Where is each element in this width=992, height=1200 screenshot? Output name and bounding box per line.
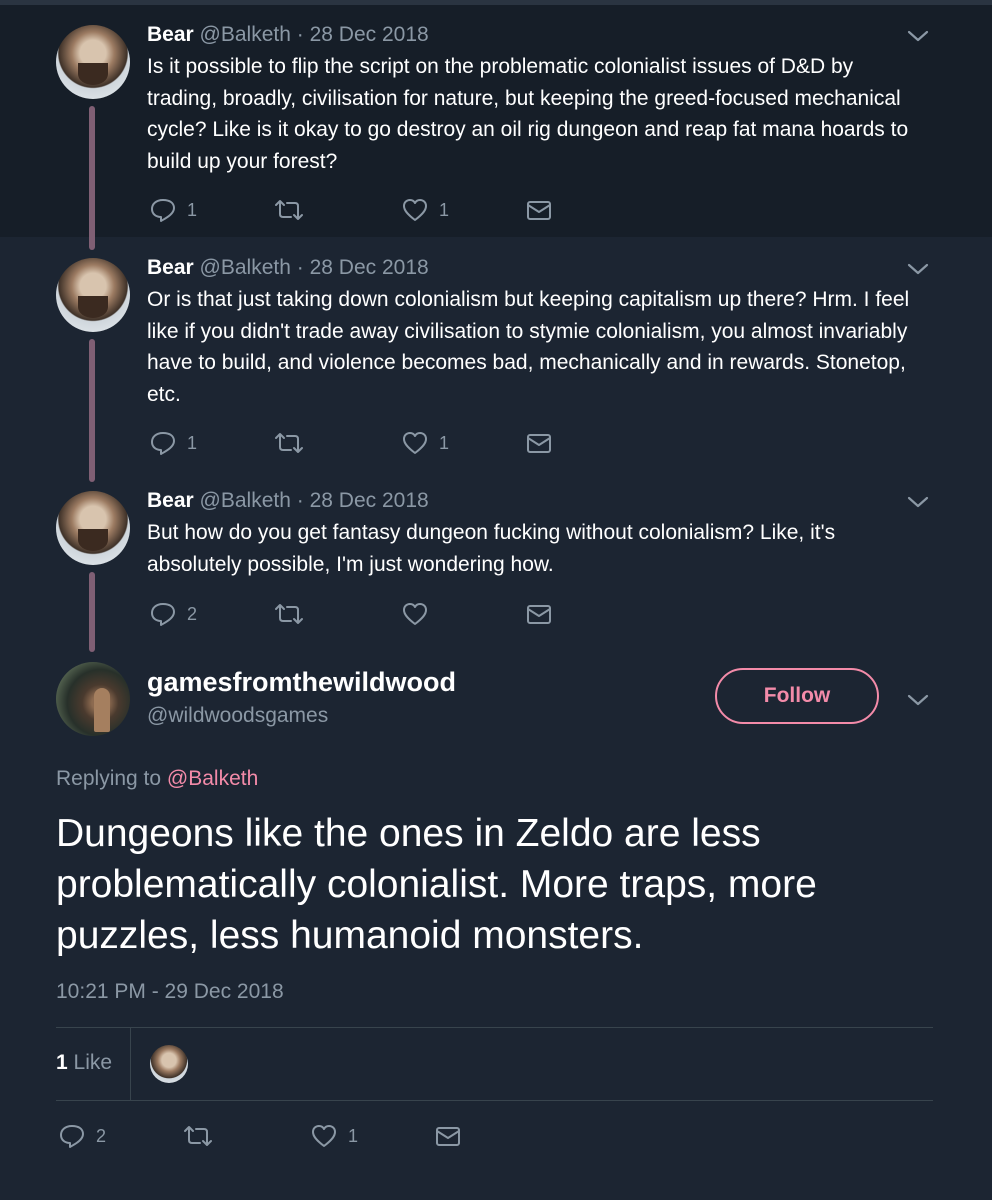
like-button[interactable] (401, 598, 439, 630)
reply-button[interactable]: 2 (58, 1120, 106, 1152)
reply-icon (151, 199, 175, 222)
heart-icon (403, 603, 427, 625)
reply-icon (151, 432, 175, 455)
message-icon (527, 605, 551, 624)
avatar[interactable] (56, 491, 130, 565)
tweet-text: Dungeons like the ones in Zeldo are less… (56, 812, 817, 957)
avatar[interactable] (56, 258, 130, 332)
tweet-text: Is it possible to flip the script on the… (147, 55, 909, 173)
reply-icon (151, 603, 175, 626)
tweet-actions: 1 1 (147, 194, 567, 226)
author-name[interactable]: gamesfromthewildwood (147, 665, 456, 699)
tweet-text: Or is that just taking down colonialism … (147, 288, 910, 406)
retweet-icon (275, 604, 303, 624)
thread-connector (89, 339, 95, 482)
tweet-actions: 1 1 (147, 427, 567, 459)
divider (56, 1100, 933, 1101)
retweet-button[interactable] (273, 194, 315, 226)
author-name[interactable]: Bear (147, 23, 194, 46)
like-button[interactable]: 1 (401, 427, 449, 459)
replying-to: Replying to @Balketh (56, 766, 258, 792)
tweet-date[interactable]: · 28 Dec 2018 (297, 489, 429, 512)
heart-icon (403, 199, 427, 221)
like-count: 1 (348, 1125, 359, 1146)
author-handle[interactable]: @Balketh (200, 489, 291, 512)
message-button[interactable] (525, 194, 553, 226)
chevron-down-icon[interactable] (905, 259, 931, 279)
follow-button[interactable]: Follow (715, 668, 879, 724)
author-handle[interactable]: @Balketh (200, 256, 291, 279)
retweet-icon (275, 200, 303, 220)
thread-connector (89, 106, 95, 250)
message-button[interactable] (525, 598, 553, 630)
divider (56, 1027, 933, 1028)
like-button[interactable]: 1 (310, 1120, 358, 1152)
tweet-header: Bear @Balketh · 28 Dec 2018 (147, 488, 429, 514)
reply-icon (60, 1125, 84, 1148)
like-button[interactable]: 1 (401, 194, 449, 226)
replying-to-link[interactable]: @Balketh (167, 767, 258, 790)
tweet-actions: 2 1 (56, 1120, 476, 1152)
tweet-header: Bear @Balketh · 28 Dec 2018 (147, 255, 429, 281)
likes-stat[interactable]: 1 Like (56, 1050, 112, 1076)
liker-avatar[interactable] (150, 1045, 188, 1083)
retweet-button[interactable] (273, 598, 315, 630)
reply-count: 1 (187, 199, 198, 220)
avatar[interactable] (56, 25, 130, 99)
author-name[interactable]: Bear (147, 489, 194, 512)
tweet-date[interactable]: · 28 Dec 2018 (297, 23, 429, 46)
like-count: 1 (439, 432, 450, 453)
likes-stat-label: Like (73, 1051, 113, 1074)
chevron-down-icon[interactable] (905, 690, 931, 710)
reply-count: 2 (96, 1125, 107, 1146)
reply-button[interactable]: 1 (149, 194, 197, 226)
reply-count: 2 (187, 603, 198, 624)
message-button[interactable] (434, 1120, 462, 1152)
retweet-button[interactable] (182, 1120, 224, 1152)
retweet-icon (275, 433, 303, 453)
message-icon (527, 434, 551, 453)
tweet-timestamp[interactable]: 10:21 PM - 29 Dec 2018 (56, 979, 284, 1005)
tweet-date[interactable]: · 28 Dec 2018 (297, 256, 429, 279)
heart-icon (312, 1125, 336, 1147)
likes-stat-count: 1 (56, 1051, 68, 1074)
replying-prefix: Replying to (56, 767, 162, 790)
like-count: 1 (439, 199, 450, 220)
reply-count: 1 (187, 432, 198, 453)
thread-connector (89, 572, 95, 652)
divider (130, 1027, 131, 1100)
avatar[interactable] (56, 662, 130, 736)
retweet-icon (184, 1126, 212, 1146)
author-handle[interactable]: @wildwoodsgames (147, 703, 328, 729)
message-button[interactable] (525, 427, 553, 459)
chevron-down-icon[interactable] (905, 26, 931, 46)
author-handle[interactable]: @Balketh (200, 23, 291, 46)
tweet-actions: 2 (147, 598, 567, 630)
reply-button[interactable]: 2 (149, 598, 197, 630)
tweet-header: Bear @Balketh · 28 Dec 2018 (147, 22, 429, 48)
tweet-text: But how do you get fantasy dungeon fucki… (147, 521, 836, 576)
author-name[interactable]: Bear (147, 256, 194, 279)
retweet-button[interactable] (273, 427, 315, 459)
reply-button[interactable]: 1 (149, 427, 197, 459)
chevron-down-icon[interactable] (905, 492, 931, 512)
message-icon (527, 201, 551, 220)
message-icon (436, 1127, 460, 1146)
heart-icon (403, 432, 427, 454)
